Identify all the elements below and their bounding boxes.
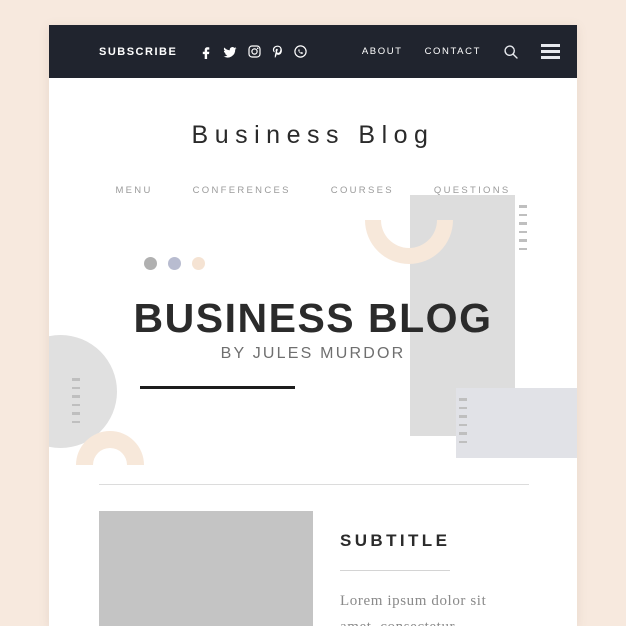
page-root: SUBSCRIBE ABOUT CONTACT Business Blog ME…	[0, 0, 626, 626]
topbar-left-group: SUBSCRIBE	[99, 45, 307, 59]
hero-dot-1	[144, 257, 157, 270]
hamburger-menu-icon[interactable]	[541, 44, 560, 59]
nav-item-conferences[interactable]: CONFERENCES	[193, 185, 291, 196]
top-utility-bar: SUBSCRIBE ABOUT CONTACT	[49, 25, 577, 78]
nav-item-menu[interactable]: MENU	[115, 185, 152, 196]
pinterest-icon[interactable]	[272, 45, 283, 59]
hero-headline: BUSINESS BLOG	[133, 295, 493, 341]
search-icon[interactable]	[503, 44, 519, 60]
article-thumbnail[interactable]	[99, 511, 313, 626]
hero-underline-rule	[140, 386, 295, 389]
topbar-right-group: ABOUT CONTACT	[362, 44, 560, 60]
twitter-icon[interactable]	[223, 45, 237, 59]
site-title: Business Blog	[191, 121, 435, 149]
hero-dot-indicators	[144, 257, 205, 270]
content-card: SUBSCRIBE ABOUT CONTACT Business Blog ME…	[49, 25, 577, 626]
nav-link-contact[interactable]: CONTACT	[425, 46, 481, 57]
decorative-dash-marks-right	[519, 205, 527, 250]
decorative-dash-marks-left	[72, 378, 80, 423]
social-links	[199, 45, 307, 59]
hero-dot-2	[168, 257, 181, 270]
nav-item-courses[interactable]: COURSES	[331, 185, 394, 196]
article-subtitle: SUBTITLE	[340, 531, 451, 550]
instagram-icon[interactable]	[248, 45, 261, 58]
decorative-blue-rectangle	[456, 388, 577, 458]
nav-link-about[interactable]: ABOUT	[362, 46, 403, 57]
decorative-dash-marks-lower-right	[459, 398, 467, 443]
article-body-text: Lorem ipsum dolor sit amet, consectetur …	[340, 593, 487, 626]
hero-author-byline: BY JULES MURDOR	[220, 345, 406, 362]
whatsapp-icon[interactable]	[294, 45, 307, 58]
hero-dot-3	[192, 257, 205, 270]
article-subtitle-rule	[340, 570, 450, 571]
facebook-icon[interactable]	[199, 45, 212, 59]
section-divider	[99, 484, 529, 485]
subscribe-link[interactable]: SUBSCRIBE	[99, 46, 177, 58]
